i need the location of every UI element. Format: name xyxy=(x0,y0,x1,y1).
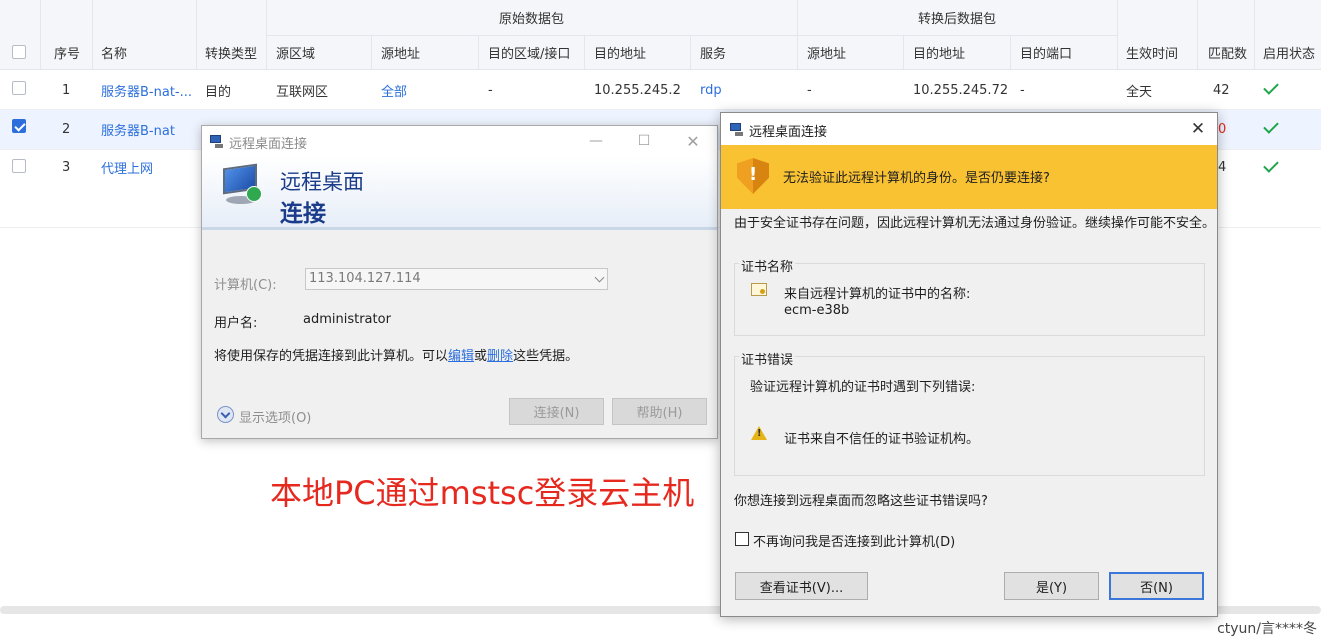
row-src-addr-link[interactable]: 全部 xyxy=(381,70,407,110)
row-time: 全天 xyxy=(1126,84,1153,100)
close-icon[interactable]: ✕ xyxy=(1187,118,1209,140)
rdp-app-icon xyxy=(730,122,744,136)
row-checkbox[interactable] xyxy=(12,81,26,95)
cred-suffix: 这些凭据。 xyxy=(513,349,579,364)
row-dst-addr: 10.255.245.2 xyxy=(594,82,681,98)
row-service-link[interactable]: rdp xyxy=(700,70,722,110)
mstsc-banner: 远程桌面 连接 xyxy=(202,156,717,230)
yes-button[interactable]: 是(Y) xyxy=(1004,572,1099,600)
col-enable-status[interactable]: 启用状态 xyxy=(1263,35,1315,70)
col-dst-zone[interactable]: 目的区域/接口 xyxy=(488,35,570,70)
banner-title-line1: 远程桌面 xyxy=(280,170,364,194)
enabled-check-icon[interactable] xyxy=(1262,158,1278,174)
expand-options-icon[interactable] xyxy=(217,406,234,423)
certificate-warning-dialog: 远程桌面连接 ✕ 无法验证此远程计算机的身份。是否仍要连接? 由于安全证书存在问… xyxy=(720,112,1218,617)
row-type: 目的 xyxy=(205,84,232,100)
delete-credentials-link[interactable]: 删除 xyxy=(487,349,513,364)
watermark: ctyun/言****冬 xyxy=(1217,621,1317,636)
col-name[interactable]: 名称 xyxy=(101,35,127,70)
col-converted-src-addr[interactable]: 源地址 xyxy=(807,35,846,70)
select-all-checkbox[interactable] xyxy=(12,45,26,59)
row-match-count: 42 xyxy=(1213,82,1230,98)
show-options-link[interactable]: 显示选项(O) xyxy=(239,407,311,426)
reason-text: 由于安全证书存在问题，因此远程计算机无法通过身份验证。继续操作可能不安全。 xyxy=(734,216,1216,231)
cert-error-item: 证书来自不信任的证书验证机构。 xyxy=(784,432,980,447)
computer-combobox[interactable]: 113.104.127.114 xyxy=(305,268,608,290)
cert-name-desc: 来自远程计算机的证书中的名称: xyxy=(784,287,971,302)
row-checkbox[interactable] xyxy=(12,159,26,173)
cert-name-value: ecm-e38b xyxy=(784,303,850,318)
chevron-down-icon[interactable] xyxy=(594,272,605,283)
row-seq: 1 xyxy=(62,82,71,98)
annotation-caption: 本地PC通过mstsc登录云主机 xyxy=(270,474,695,512)
dont-ask-label[interactable]: 不再询问我是否连接到此计算机(D) xyxy=(753,531,955,550)
row-name-link[interactable]: 服务器B-nat xyxy=(101,110,175,148)
row-converted-port: - xyxy=(1020,82,1025,98)
banner-title-line2: 连接 xyxy=(280,201,326,227)
row-checkbox[interactable] xyxy=(12,119,26,133)
cert-error-desc: 验证远程计算机的证书时遇到下列错误: xyxy=(750,380,976,395)
remote-desktop-connection-window: 远程桌面连接 — ☐ ✕ 远程桌面 连接 计算机(C): 113.104.127… xyxy=(201,125,718,439)
col-type[interactable]: 转换类型 xyxy=(205,35,257,70)
row-match-count: 4 xyxy=(1218,159,1227,175)
row-dst-zone: - xyxy=(488,82,493,98)
computer-value: 113.104.127.114 xyxy=(309,271,421,286)
dialog-titlebar[interactable]: 远程桌面连接 ✕ xyxy=(721,113,1217,145)
shield-warning-icon xyxy=(737,158,769,194)
cred-or: 或 xyxy=(474,349,488,364)
dont-ask-checkbox[interactable] xyxy=(735,532,749,546)
col-converted-dst-addr[interactable]: 目的地址 xyxy=(913,35,965,70)
computer-label: 计算机(C): xyxy=(214,278,277,293)
window-title: 远程桌面连接 xyxy=(229,137,308,152)
col-effective-time[interactable]: 生效时间 xyxy=(1126,35,1178,70)
enabled-check-icon[interactable] xyxy=(1262,119,1278,135)
credentials-text: 将使用保存的凭据连接到此计算机。可以编辑或删除这些凭据。 xyxy=(214,345,578,364)
group-header-original: 原始数据包 xyxy=(498,12,564,27)
cert-error-group-title: 证书错误 xyxy=(739,349,796,368)
row-seq: 2 xyxy=(62,121,71,137)
edit-credentials-link[interactable]: 编辑 xyxy=(448,349,474,364)
connect-button[interactable]: 连接(N) xyxy=(509,398,604,425)
maximize-icon[interactable]: ☐ xyxy=(634,131,654,151)
col-match-count[interactable]: 匹配数 xyxy=(1208,35,1247,70)
warning-message: 无法验证此远程计算机的身份。是否仍要连接? xyxy=(783,171,1050,186)
col-service[interactable]: 服务 xyxy=(700,35,726,70)
warning-triangle-icon xyxy=(751,426,767,440)
row-name-link[interactable]: 代理上网 xyxy=(101,148,153,186)
row-name-link[interactable]: 服务器B-nat-... xyxy=(101,70,193,110)
col-dst-addr[interactable]: 目的地址 xyxy=(594,35,646,70)
col-src-addr[interactable]: 源地址 xyxy=(381,35,420,70)
certificate-icon xyxy=(751,283,767,296)
row-src-zone: 互联网区 xyxy=(276,84,329,100)
rdp-app-icon xyxy=(210,134,224,148)
view-certificate-button[interactable]: 查看证书(V)... xyxy=(735,572,868,600)
username-label: 用户名: xyxy=(214,316,258,331)
col-src-zone[interactable]: 源区域 xyxy=(276,35,315,70)
minimize-icon[interactable]: — xyxy=(586,131,606,151)
close-icon[interactable]: ✕ xyxy=(683,131,703,151)
dialog-title: 远程桌面连接 xyxy=(749,125,828,140)
col-converted-dst-port[interactable]: 目的端口 xyxy=(1020,35,1072,70)
cert-name-group-title: 证书名称 xyxy=(739,256,796,275)
window-titlebar[interactable]: 远程桌面连接 — ☐ ✕ xyxy=(202,126,717,156)
row-converted-dst: 10.255.245.72 xyxy=(913,82,1009,98)
cert-error-group xyxy=(734,356,1205,476)
ignore-question: 你想连接到远程桌面而忽略这些证书错误吗? xyxy=(734,494,988,509)
username-value: administrator xyxy=(303,312,391,327)
row-seq: 3 xyxy=(62,159,71,175)
row-converted-src: - xyxy=(807,82,812,98)
remote-desktop-logo-icon xyxy=(220,163,264,204)
help-button[interactable]: 帮助(H) xyxy=(612,398,707,425)
row-match-count: 0 xyxy=(1218,121,1227,137)
col-seq[interactable]: 序号 xyxy=(54,35,80,70)
cred-prefix: 将使用保存的凭据连接到此计算机。可以 xyxy=(214,349,449,364)
enabled-check-icon[interactable] xyxy=(1262,80,1278,96)
table-row[interactable]: 1 服务器B-nat-... 目的 互联网区 全部 - 10.255.245.2… xyxy=(0,70,1321,110)
no-button[interactable]: 否(N) xyxy=(1109,572,1204,600)
group-header-converted: 转换后数据包 xyxy=(917,12,996,27)
warning-banner: 无法验证此远程计算机的身份。是否仍要连接? xyxy=(721,145,1217,209)
